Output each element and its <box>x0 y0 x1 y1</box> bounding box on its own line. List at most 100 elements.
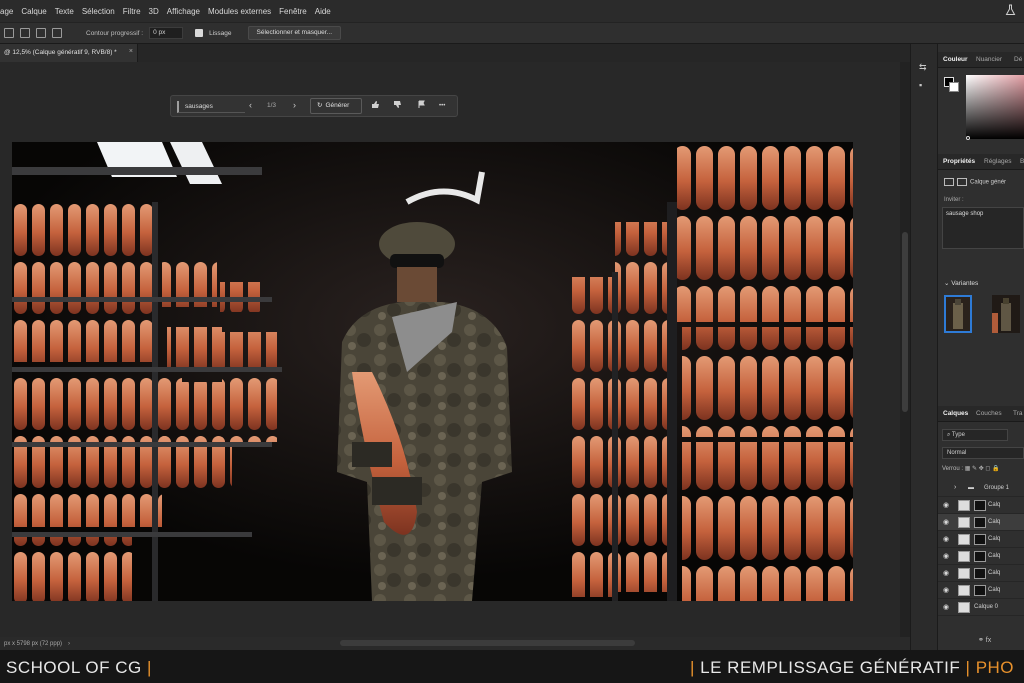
intersect-selection-icon[interactable] <box>52 28 62 38</box>
tab-bibliotheques[interactable]: B <box>1020 158 1024 165</box>
variant-thumbnail-1[interactable] <box>944 295 972 333</box>
layer-type-label: Calque génér <box>970 179 1007 186</box>
eye-icon[interactable]: ◉ <box>943 552 949 560</box>
layer-row[interactable]: ◉ Calque 0 <box>938 599 1024 616</box>
menu-calque[interactable]: Calque <box>21 7 46 16</box>
document-size-info: px x 5798 px (72 ppp) <box>4 640 63 647</box>
visibility-icon[interactable]: › <box>954 484 956 491</box>
menu-modules-externes[interactable]: Modules externes <box>208 7 271 16</box>
tab-couleur[interactable]: Couleur <box>943 56 968 63</box>
layer-row[interactable]: ◉ Calq <box>938 565 1024 582</box>
layer-row[interactable]: ◉ Calq <box>938 497 1024 514</box>
layer-name: Calque 0 <box>974 604 999 610</box>
eye-icon[interactable]: ◉ <box>943 586 949 594</box>
layer-thumbnail <box>958 534 970 545</box>
flag-icon[interactable] <box>417 100 426 109</box>
thumbs-up-icon[interactable] <box>371 100 380 109</box>
variant-2-preview <box>992 295 1020 333</box>
options-bar: Contour progressif : 0 px Lissage Sélect… <box>0 22 1024 44</box>
prompt-label: Inviter : <box>944 197 964 203</box>
menu-selection[interactable]: Sélection <box>82 7 115 16</box>
antialias-label: Lissage <box>209 29 232 37</box>
document-tab[interactable]: @ 12,5% (Calque génératif 9, RVB/8) * × <box>0 44 138 62</box>
layers-panel-tabs: Calques Couches Tra <box>938 406 1024 422</box>
tab-couches[interactable]: Couches <box>976 410 1002 417</box>
layer-mask-thumbnail <box>974 517 986 528</box>
flask-icon[interactable] <box>1005 4 1016 16</box>
select-and-mask-button[interactable]: Sélectionner et masquer... <box>247 26 342 40</box>
tab-reglages[interactable]: Réglages <box>984 158 1011 165</box>
document-tab-title: @ 12,5% (Calque génératif 9, RVB/8) * <box>4 49 117 56</box>
previous-variant-button[interactable]: ‹ <box>249 100 252 110</box>
blend-mode-select[interactable]: Normal <box>942 447 1024 459</box>
eye-icon[interactable]: ◉ <box>943 535 949 543</box>
contextual-taskbar: sausages ‹ 1/3 › ↻ Générer ••• <box>170 95 458 117</box>
layer-row-group[interactable]: › ▬ Groupe 1 <box>938 480 1024 497</box>
layer-name: Calq <box>988 536 1001 542</box>
layer-thumbnail <box>958 585 970 596</box>
caption-tail: PHO <box>975 658 1015 677</box>
menu-image[interactable]: age <box>0 7 13 16</box>
blend-mode-value: Normal <box>947 450 967 456</box>
tab-nuancier[interactable]: Nuancier <box>976 56 1002 63</box>
vertical-scrollbar[interactable] <box>900 62 910 637</box>
menu-3d[interactable]: 3D <box>149 7 159 16</box>
prompt-input[interactable]: sausages <box>177 101 245 113</box>
document-image[interactable] <box>12 142 853 601</box>
status-arrow-icon[interactable]: › <box>68 641 70 647</box>
new-selection-icon[interactable] <box>4 28 14 38</box>
menu-filtre[interactable]: Filtre <box>123 7 141 16</box>
menu-aide[interactable]: Aide <box>315 7 331 16</box>
refresh-icon: ↻ <box>317 102 323 109</box>
thumbs-down-icon[interactable] <box>393 100 402 109</box>
lock-icons[interactable]: ▦ ✎ ✥ ◻ 🔒 <box>965 466 1000 472</box>
tab-proprietes[interactable]: Propriétés <box>943 158 975 165</box>
tab-traces[interactable]: Tra <box>1013 410 1023 417</box>
layer-thumbnail <box>958 602 970 613</box>
layer-row[interactable]: ◉ Calq <box>938 582 1024 599</box>
horizontal-scrollbar[interactable] <box>340 640 635 646</box>
layer-name: Groupe 1 <box>984 485 1010 491</box>
eye-icon[interactable]: ◉ <box>943 501 949 509</box>
feather-input[interactable]: 0 px <box>149 27 184 39</box>
menu-texte[interactable]: Texte <box>55 7 74 16</box>
variant-1-preview <box>946 297 970 331</box>
layer-filter-label: Type <box>951 432 965 438</box>
brand-name: SCHOOL OF CG <box>6 658 142 677</box>
layer-row[interactable]: ◉ Calq <box>938 531 1024 548</box>
layers-footer-icons[interactable]: ⚭ fx <box>978 636 991 644</box>
caption-left: SCHOOL OF CG | <box>6 658 152 678</box>
vertical-scroll-thumb[interactable] <box>902 232 908 412</box>
layer-name: Calq <box>988 587 1001 593</box>
right-panels: Couleur Nuancier Dé Propriétés Réglages … <box>938 44 1024 650</box>
eye-icon[interactable]: ◉ <box>943 603 949 611</box>
eye-icon[interactable]: ◉ <box>943 569 949 577</box>
generative-layer-icon <box>944 178 954 186</box>
layer-filter-select[interactable]: ⌕ Type <box>942 429 1008 441</box>
prompt-textarea[interactable]: sausage shop <box>942 207 1024 249</box>
layer-row-selected[interactable]: ◉ Calq <box>938 514 1024 531</box>
more-options-icon[interactable]: ••• <box>439 103 445 109</box>
menu-fenetre[interactable]: Fenêtre <box>279 7 307 16</box>
add-selection-icon[interactable] <box>20 28 30 38</box>
status-bar: px x 5798 px (72 ppp) › <box>0 637 910 650</box>
color-picker-field[interactable] <box>966 75 1024 139</box>
tab-calques[interactable]: Calques <box>943 410 968 417</box>
history-icon[interactable]: ⇆ <box>919 62 931 72</box>
antialias-checkbox[interactable] <box>195 29 204 37</box>
close-icon[interactable]: × <box>129 48 133 55</box>
menu-affichage[interactable]: Affichage <box>167 7 200 16</box>
color-picker-cursor[interactable] <box>966 136 970 140</box>
layer-mask-thumbnail <box>974 568 986 579</box>
variant-counter: 1/3 <box>267 102 277 109</box>
layer-row[interactable]: ◉ Calq <box>938 548 1024 565</box>
generate-button[interactable]: ↻ Générer <box>310 98 362 114</box>
mask-icon <box>957 178 967 186</box>
variant-thumbnail-2[interactable] <box>992 295 1020 333</box>
background-color-swatch[interactable] <box>949 82 959 92</box>
eye-icon[interactable]: ◉ <box>943 518 949 526</box>
subtract-selection-icon[interactable] <box>36 28 46 38</box>
tab-degrades[interactable]: Dé <box>1014 56 1022 63</box>
comments-icon[interactable]: ▪ <box>919 80 931 90</box>
next-variant-button[interactable]: › <box>293 100 296 110</box>
